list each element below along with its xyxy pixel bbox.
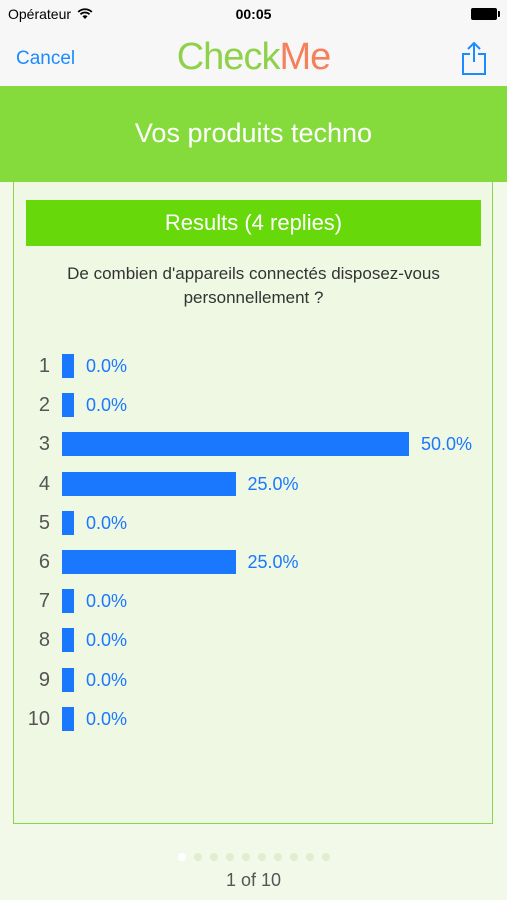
percentage-label: 0.0% xyxy=(86,512,128,533)
percentage-label: 0.0% xyxy=(86,630,128,651)
answer-label: 8 xyxy=(38,629,50,652)
page-dot[interactable] xyxy=(321,853,330,861)
result-row: 4 25.0% xyxy=(0,470,507,498)
result-bar xyxy=(62,628,74,653)
percentage-label: 50.0% xyxy=(421,434,473,455)
clock: 00:05 xyxy=(235,6,272,22)
share-icon[interactable] xyxy=(461,40,487,76)
percentage-label: 25.0% xyxy=(247,552,299,572)
page-dot[interactable] xyxy=(289,853,298,861)
answer-label: 2 xyxy=(38,394,50,417)
result-row: 5 0.0% xyxy=(0,509,507,537)
battery-icon xyxy=(471,8,500,20)
page-dot[interactable] xyxy=(241,853,250,861)
survey-title-bar: Vos produits techno xyxy=(0,86,507,182)
answer-label: 5 xyxy=(38,511,50,534)
result-bar xyxy=(62,589,74,614)
result-bar xyxy=(62,706,74,731)
status-bar: Opérateur 00:05 xyxy=(0,0,507,28)
page-dot[interactable] xyxy=(193,853,202,861)
result-bar xyxy=(62,667,74,692)
percentage-label: 0.0% xyxy=(86,356,128,376)
logo-part-check: Check xyxy=(176,36,281,78)
page-dot[interactable] xyxy=(209,853,218,861)
answer-label: 3 xyxy=(38,433,50,456)
result-bar xyxy=(62,510,74,535)
app-logo: CheckMe xyxy=(0,36,507,79)
result-row: 6 25.0% xyxy=(0,548,507,576)
percentage-label: 0.0% xyxy=(86,669,128,690)
page-indicator[interactable] xyxy=(0,848,507,866)
answer-label: 10 xyxy=(27,707,50,730)
result-bar xyxy=(62,432,409,457)
result-bar xyxy=(62,393,74,418)
percentage-label: 0.0% xyxy=(86,395,128,416)
result-row: 8 0.0% xyxy=(0,626,507,654)
answer-label: 9 xyxy=(38,668,50,691)
results-header: Results (4 replies) xyxy=(26,200,481,246)
result-bar xyxy=(62,354,74,378)
result-bar xyxy=(62,550,236,574)
answer-label: 6 xyxy=(38,551,50,573)
answer-label: 1 xyxy=(38,355,50,377)
result-row: 3 50.0% xyxy=(0,430,507,458)
result-bar xyxy=(62,471,236,496)
result-row: 1 0.0% xyxy=(0,352,507,380)
result-row: 7 0.0% xyxy=(0,587,507,615)
page-dot[interactable] xyxy=(257,853,266,861)
logo-part-me: Me xyxy=(279,36,331,78)
page-dot[interactable] xyxy=(273,853,282,861)
result-row: 2 0.0% xyxy=(0,391,507,419)
page-dot[interactable] xyxy=(305,853,314,861)
result-row: 9 0.0% xyxy=(0,666,507,694)
percentage-label: 0.0% xyxy=(86,708,128,729)
question-text: De combien d'appareils connectés dispose… xyxy=(67,264,440,307)
answer-label: 7 xyxy=(38,590,50,613)
result-row: 10 0.0% xyxy=(0,705,507,733)
survey-title: Vos produits techno xyxy=(134,118,373,148)
page-dot[interactable] xyxy=(225,853,234,861)
navigation-bar: Cancel CheckMe xyxy=(0,28,507,86)
page-counter: 1 of 10 xyxy=(225,870,282,890)
page-dot[interactable] xyxy=(177,853,186,861)
percentage-label: 0.0% xyxy=(86,591,128,612)
answer-label: 4 xyxy=(38,472,50,495)
percentage-label: 25.0% xyxy=(247,473,299,494)
